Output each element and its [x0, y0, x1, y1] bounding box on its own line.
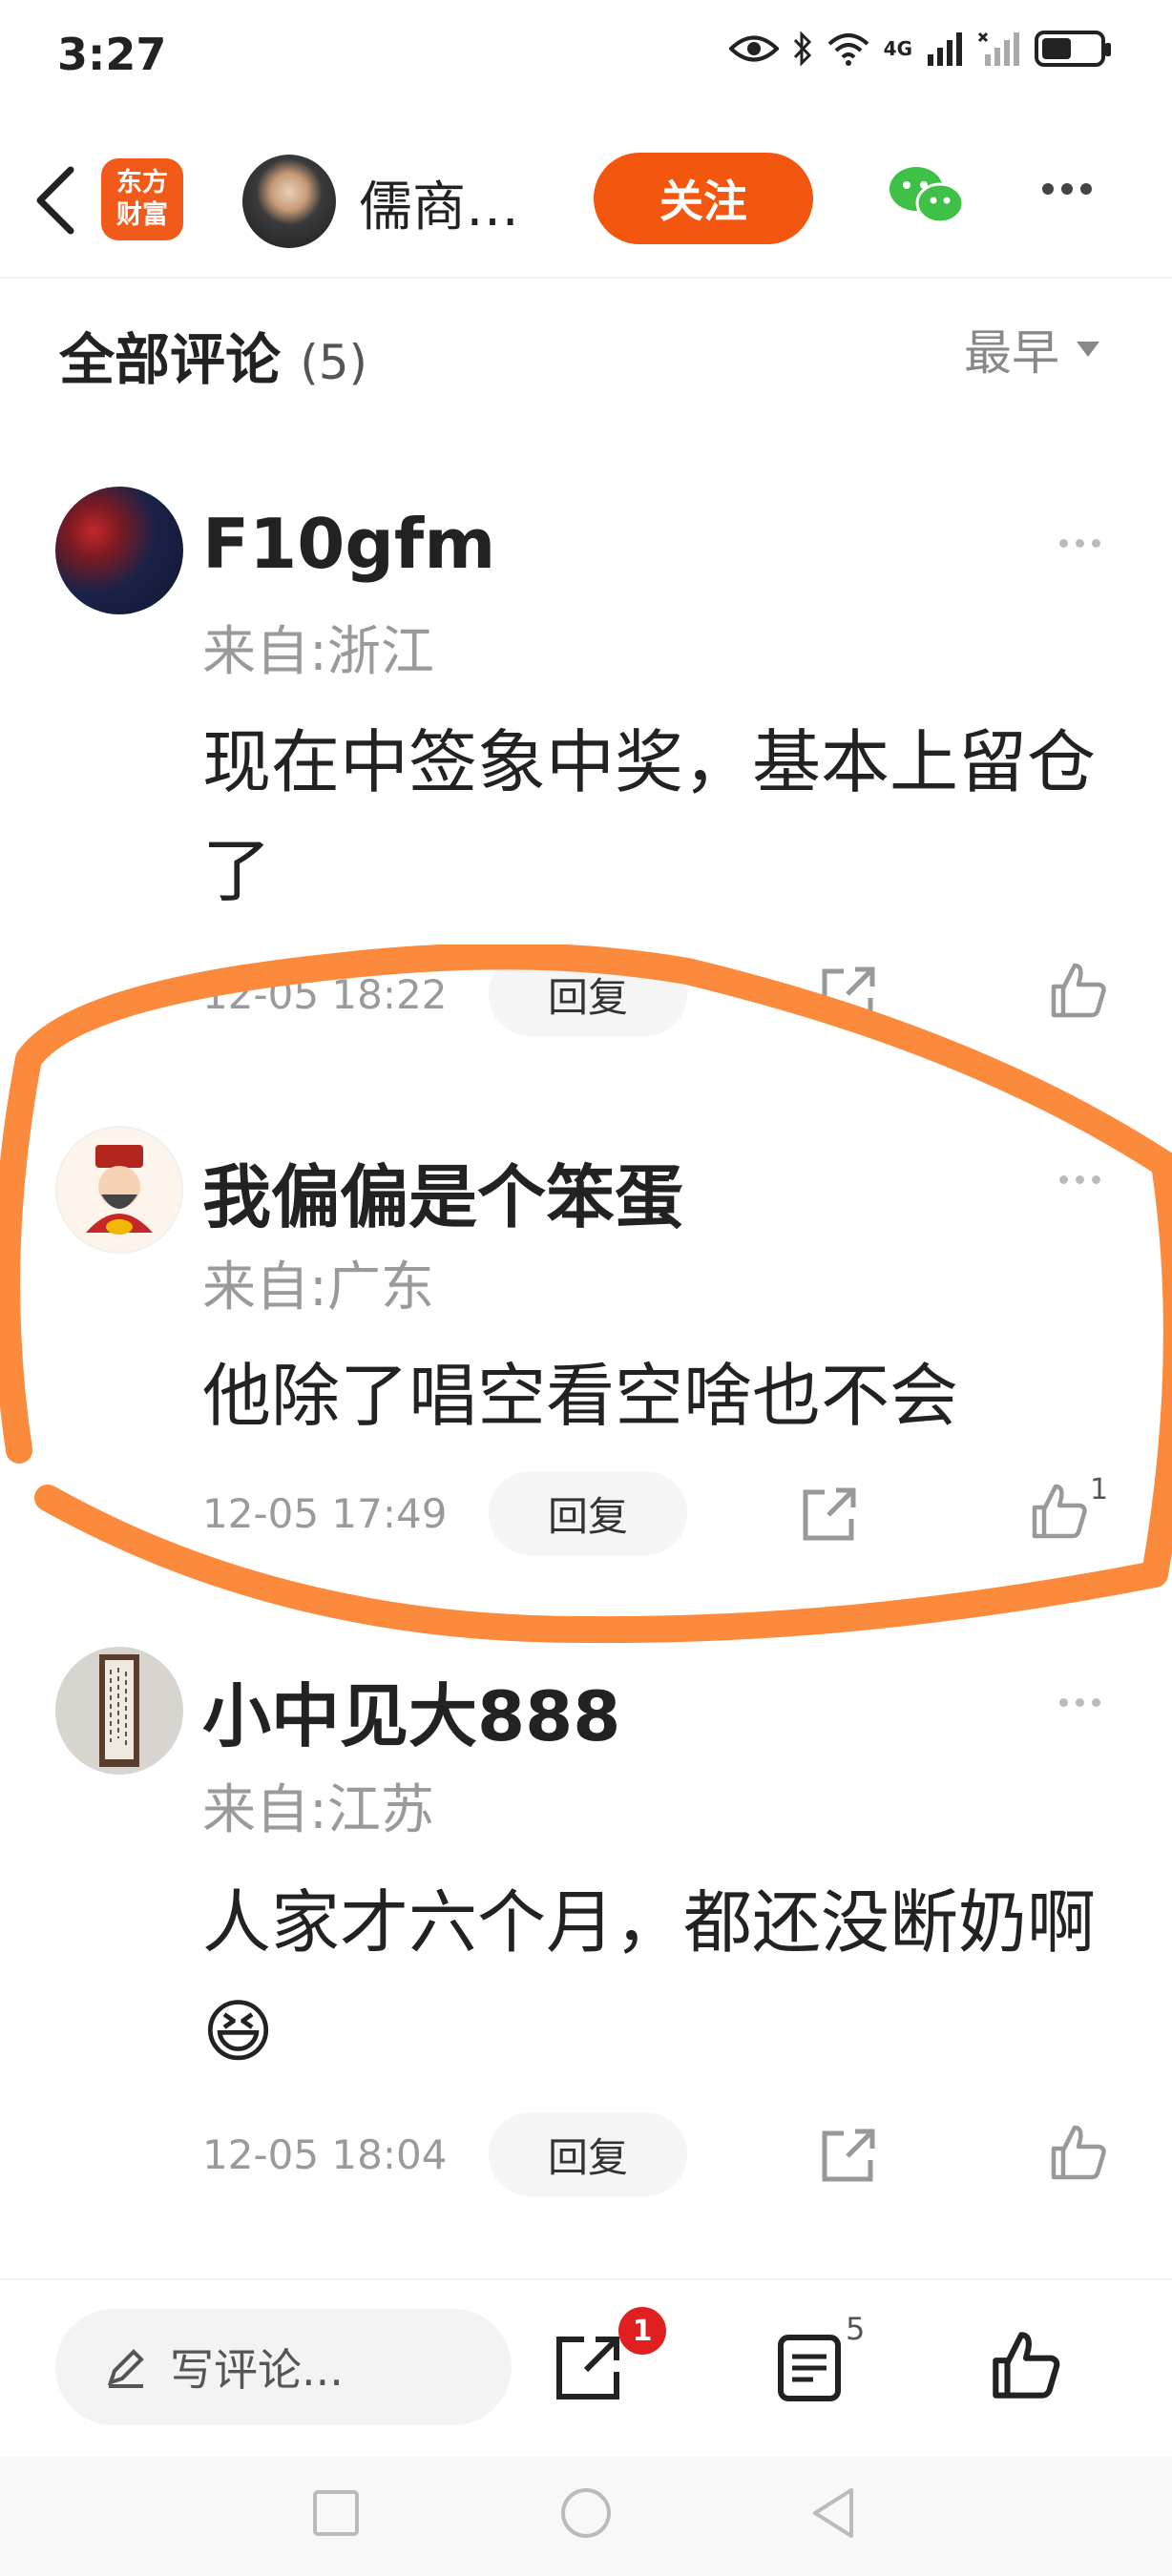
network-type-label: 4G — [883, 37, 912, 60]
commenter-avatar[interactable] — [55, 1647, 183, 1775]
commenter-avatar[interactable] — [55, 487, 183, 614]
author-avatar[interactable] — [242, 155, 336, 248]
sort-dropdown[interactable]: 最早 — [964, 315, 1099, 384]
highlight-annotation — [0, 945, 1172, 1644]
signal-icon — [928, 32, 962, 66]
dropdown-triangle-icon — [1077, 342, 1099, 357]
comments-title: 全部评论 — [59, 327, 282, 392]
commenter-location: 来自:江苏 — [202, 1779, 434, 1841]
commenter-location: 来自:浙江 — [202, 621, 434, 683]
status-icons: 4G — [728, 31, 1111, 67]
comment-text: 人家才六个月，都还没断奶啊😆 — [202, 1882, 1097, 2071]
like-icon[interactable] — [1048, 2122, 1109, 2183]
recent-apps-icon[interactable] — [309, 2486, 363, 2540]
pencil-icon — [107, 2349, 144, 2388]
share-badge: 1 — [618, 2307, 666, 2355]
comments-count: (5) — [300, 335, 368, 390]
commenter-name[interactable]: F10gfm — [202, 504, 495, 584]
comment-time: 12-05 18:04 — [202, 2131, 448, 2178]
reply-button[interactable]: 回复 — [489, 2112, 687, 2196]
back-nav-icon[interactable] — [807, 2484, 861, 2542]
wechat-share-icon[interactable] — [888, 164, 966, 227]
calligraphy-scroll-avatar-icon — [99, 1654, 139, 1767]
bottom-divider — [0, 2278, 1172, 2280]
compose-placeholder: 写评论... — [170, 2344, 344, 2396]
comments-header: 全部评论 (5) — [59, 315, 367, 395]
back-arrow-icon[interactable] — [27, 162, 84, 239]
more-options-icon[interactable] — [1042, 183, 1092, 195]
logo-text-line1: 东方 — [116, 168, 168, 197]
comment-more-icon[interactable] — [1059, 1698, 1100, 1707]
comment-more-icon[interactable] — [1059, 539, 1100, 548]
eye-icon — [728, 35, 779, 62]
comments-list-icon[interactable] — [775, 2332, 844, 2404]
follow-button[interactable]: 关注 — [594, 153, 813, 244]
bluetooth-icon — [793, 31, 811, 67]
like-article-icon[interactable] — [989, 2328, 1063, 2402]
comments-badge: 5 — [846, 2311, 866, 2347]
home-icon[interactable] — [557, 2484, 615, 2542]
signal-icon-secondary — [977, 31, 1019, 66]
sort-label: 最早 — [964, 325, 1059, 381]
comment-text: 现在中签象中奖，基本上留仓了 — [202, 722, 1097, 911]
share-icon[interactable] — [819, 2126, 878, 2185]
author-name[interactable]: 儒商… — [359, 164, 519, 241]
status-time: 3:27 — [57, 29, 167, 80]
logo-text-line2: 财富 — [116, 200, 168, 230]
wifi-icon — [827, 33, 869, 66]
app-logo[interactable]: 东方 财富 — [101, 158, 183, 240]
share-article-icon[interactable] — [552, 2332, 624, 2404]
battery-icon — [1035, 31, 1111, 67]
commenter-name[interactable]: 小中见大888 — [202, 1660, 620, 1760]
compose-comment-input[interactable]: 写评论... — [55, 2309, 512, 2425]
